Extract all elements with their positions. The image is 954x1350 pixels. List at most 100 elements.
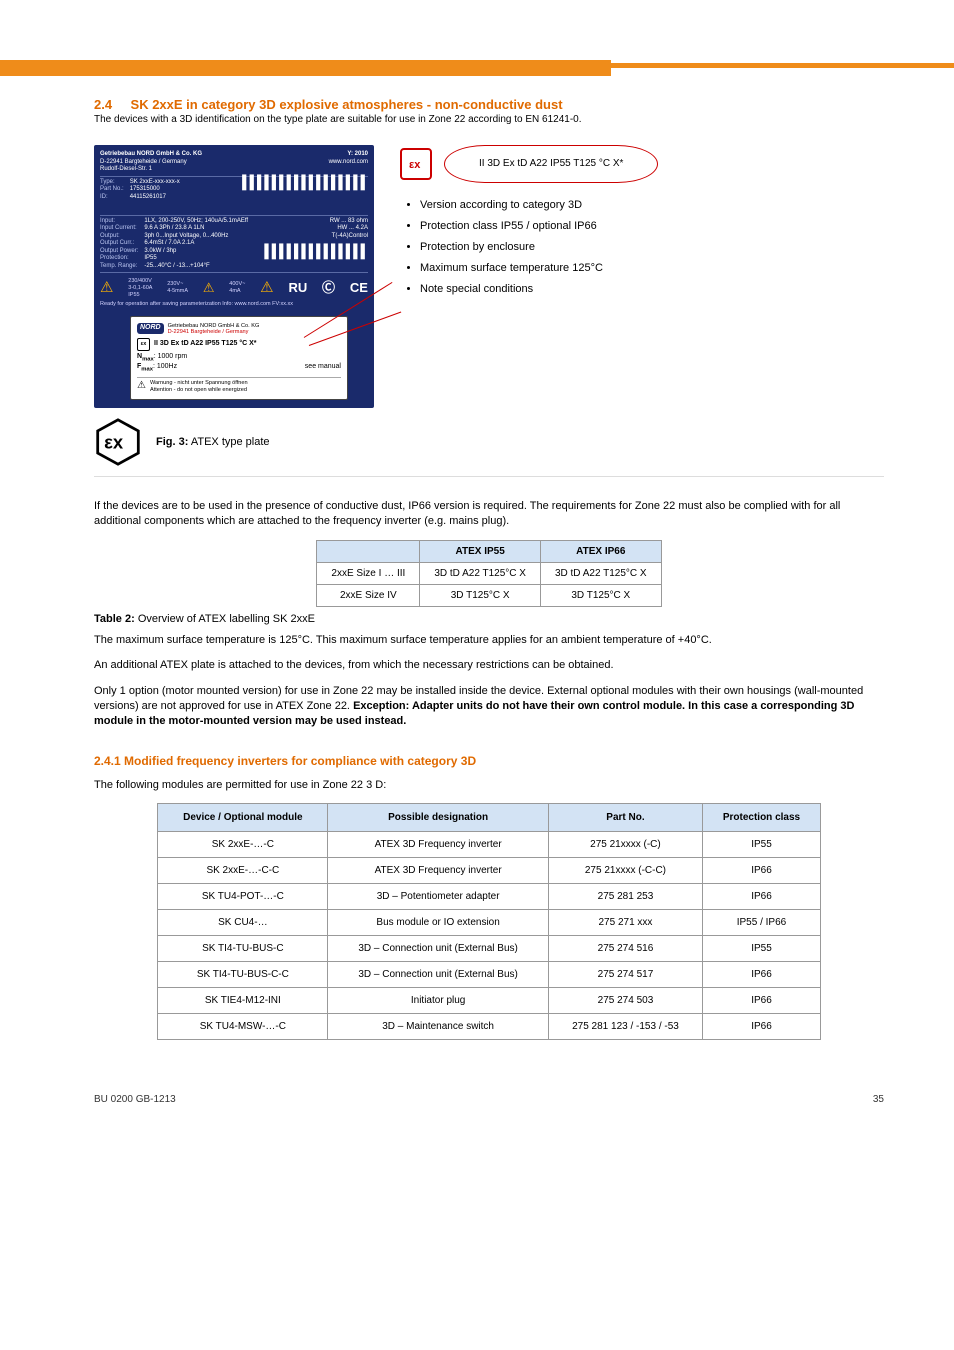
nmax-sub: max [142, 356, 154, 362]
table-row: SK CU4-…Bus module or IO extension275 27… [158, 910, 821, 936]
hazard-icon: ⚠ [203, 280, 215, 296]
td: 275 274 516 [548, 936, 702, 962]
section-subtitle: The devices with a 3D identification on … [94, 114, 884, 125]
nord-logo: NORD [137, 323, 164, 334]
td: 3D – Connection unit (External Bus) [328, 936, 548, 962]
td: 3D tD A22 T125°C X [420, 562, 541, 584]
th: Possible designation [328, 804, 548, 832]
np-vals-3: RW ... 83 ohm HW ... 4.2A T(-4A)Control▌… [254, 218, 368, 271]
td: 3D T125°C X [540, 584, 661, 606]
np-labels-2: Input: Input Current: Output: Output Cur… [100, 218, 138, 271]
warn-en: Attention - do not open while energized [150, 387, 247, 393]
paragraph: If the devices are to be used in the pre… [94, 499, 884, 530]
footer-page: 35 [873, 1094, 884, 1105]
annot-bullet: Version according to category 3D [420, 197, 884, 214]
annot-bullet: Maximum surface temperature 125°C [420, 260, 884, 277]
th: ATEX IP55 [420, 540, 541, 562]
td: ATEX 3D Frequency inverter [328, 832, 548, 858]
td: IP66 [703, 1014, 821, 1040]
np-small-1: 230/400V3-0,1-60AIP55 [128, 278, 152, 299]
td: SK TI4-TU-BUS-C [158, 936, 328, 962]
ex-hex-icon: εx [137, 338, 150, 351]
barcode-icon: ▌▌▌▌▌▌▌▌▌▌▌▌▌▌ [264, 248, 368, 256]
orange-header-bar [0, 60, 954, 76]
fmax-sub: max [141, 367, 153, 373]
td: 275 281 253 [548, 884, 702, 910]
td: SK TIE4-M12-INI [158, 988, 328, 1014]
ce-icon: CE [350, 280, 368, 296]
np-bottom-note: Ready for operation after saving paramet… [100, 301, 368, 308]
table-row: SK TI4-TU-BUS-C3D – Connection unit (Ext… [158, 936, 821, 962]
np-addr: D-22941 Bargteheide / Germany [100, 159, 187, 165]
td: 3D – Connection unit (External Bus) [328, 962, 548, 988]
td: SK TU4-MSW-…-C [158, 1014, 328, 1040]
np-vals-2: 1LX, 200-250V, 50Hz; 140uA/5.1mAEff 9.6 … [144, 218, 248, 271]
table-row: SK TIE4-M12-INIInitiator plug275 274 503… [158, 988, 821, 1014]
td: 2xxE Size IV [317, 584, 420, 606]
section-heading: 2.4 SK 2xxE in category 3D explosive atm… [94, 96, 884, 114]
annotation-list: Version according to category 3D Protect… [404, 197, 884, 298]
td: IP55 [703, 936, 821, 962]
th-text: Protection class [723, 812, 800, 823]
td: 3D – Potentiometer adapter [328, 884, 548, 910]
np-url: www.nord.com [329, 159, 368, 165]
paragraph: An additional ATEX plate is attached to … [94, 658, 884, 673]
td: ATEX 3D Frequency inverter [328, 858, 548, 884]
see-manual: see manual [305, 363, 341, 374]
td: Bus module or IO extension [328, 910, 548, 936]
td: 275 274 517 [548, 962, 702, 988]
page-footer: BU 0200 GB-1213 35 [94, 1094, 884, 1105]
svg-text:εx: εx [409, 159, 421, 171]
figure-annotation: εx II 3D Ex tD A22 IP55 T125 °C X* Versi… [394, 145, 884, 302]
section-number: 2.4 [94, 97, 112, 112]
annotation-ex-code: II 3D Ex tD A22 IP55 T125 °C X* [444, 145, 658, 183]
section-title: SK 2xxE in category 3D explosive atmosph… [131, 97, 563, 112]
td: SK 2xxE-…-C [158, 832, 328, 858]
ex-hex-icon: εx [400, 148, 432, 180]
td: 275 281 123 / -153 / -53 [548, 1014, 702, 1040]
np-inner-ex: II 3D Ex tD A22 IP55 T125 °C X* [154, 340, 257, 349]
divider [94, 476, 884, 477]
td: IP55 [703, 832, 821, 858]
nameplate-figure: Getriebebau NORD GmbH & Co. KG D-22941 B… [94, 145, 374, 408]
table-row: SK TI4-TU-BUS-C-C3D – Connection unit (E… [158, 962, 821, 988]
th [317, 540, 420, 562]
ul-icon: RU [288, 280, 307, 296]
footer-left: BU 0200 GB-1213 [94, 1094, 176, 1105]
warning-triangle-icon: ⚠ [260, 279, 273, 298]
td: SK TI4-TU-BUS-C-C [158, 962, 328, 988]
figure-caption: εx Fig. 3: ATEX type plate [94, 418, 884, 466]
paragraph: The following modules are permitted for … [94, 778, 884, 793]
para-part: Only 1 option (motor mounted version) fo… [94, 685, 547, 697]
td: IP66 [703, 988, 821, 1014]
td: 3D tD A22 T125°C X [540, 562, 661, 584]
barcode-icon: ▌▌▌▌▌▌▌▌▌▌▌▌▌▌▌▌▌ [242, 179, 368, 187]
paragraph: The maximum surface temperature is 125°C… [94, 633, 884, 648]
figure-row: Getriebebau NORD GmbH & Co. KG D-22941 B… [94, 145, 884, 408]
table-row: SK 2xxE-…-C-CATEX 3D Frequency inverter2… [158, 858, 821, 884]
tbl-cap-num: Table 2: [94, 613, 135, 625]
table-row: 2xxE Size I … III 3D tD A22 T125°C X 3D … [317, 562, 661, 584]
td: SK CU4-… [158, 910, 328, 936]
td: 2xxE Size I … III [317, 562, 420, 584]
ctick-icon: Ⓒ [322, 280, 335, 296]
warn-de: Warnung - nicht unter Spannung öffnen [150, 380, 248, 386]
th: Part No. [548, 804, 702, 832]
td: IP66 [703, 884, 821, 910]
np-small-2: 230V~4-5mmA [167, 281, 188, 295]
np-company: Getriebebau NORD GmbH & Co. KG [100, 151, 202, 157]
table-row: SK TU4-MSW-…-C3D – Maintenance switch275… [158, 1014, 821, 1040]
subsection-heading: 2.4.1 Modified frequency inverters for c… [94, 754, 884, 768]
ex-hex-icon: εx [94, 418, 142, 466]
td: IP66 [703, 962, 821, 988]
td: IP55 / IP66 [703, 910, 821, 936]
table-caption: Table 2: Overview of ATEX labelling SK 2… [94, 613, 884, 625]
np-small-3: 400V~4mA [229, 281, 245, 295]
np-inner-addr: D-22941 Bargteheide / Germany [168, 329, 249, 335]
td: Initiator plug [328, 988, 548, 1014]
table-row: SK TU4-POT-…-C3D – Potentiometer adapter… [158, 884, 821, 910]
td: SK 2xxE-…-C-C [158, 858, 328, 884]
warning-triangle-icon: ⚠ [137, 380, 146, 393]
np-labels-1: Type: Part No.: ID: [100, 179, 124, 213]
td: 275 271 xxx [548, 910, 702, 936]
